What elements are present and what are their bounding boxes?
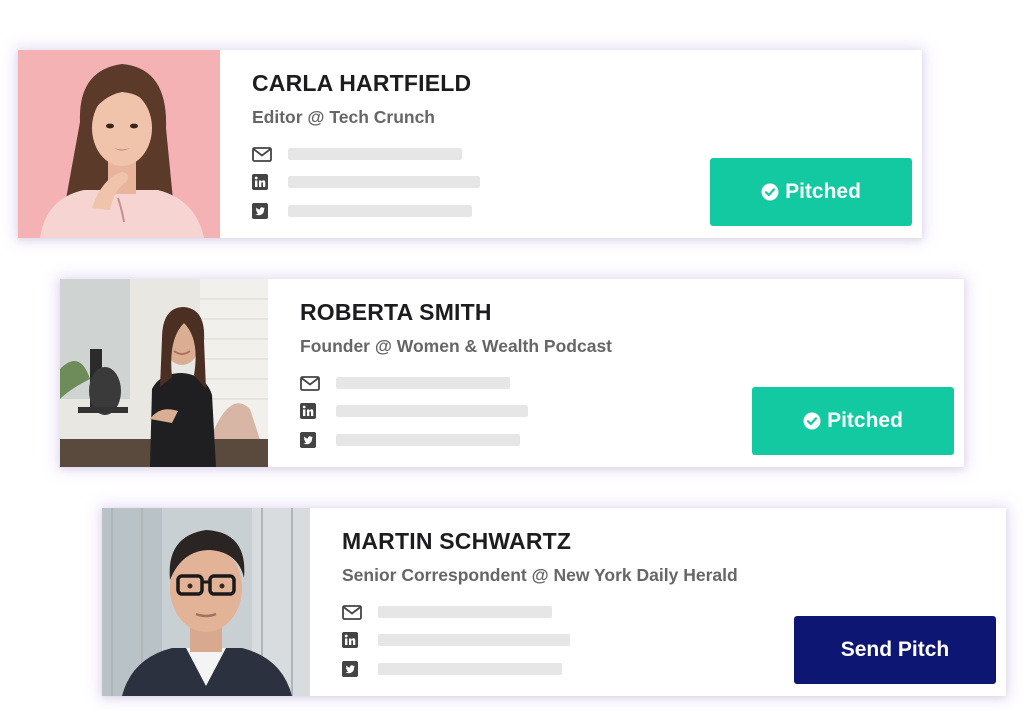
mail-icon[interactable] (300, 375, 320, 391)
email-placeholder (288, 148, 462, 160)
journalist-role: Founder @ Women & Wealth Podcast (300, 336, 613, 356)
pitched-button[interactable]: Pitched (752, 387, 954, 455)
linkedin-icon[interactable] (252, 174, 272, 190)
journalist-name: CARLA HARTFIELD (252, 70, 472, 96)
send-pitch-button[interactable]: Send Pitch (794, 616, 996, 684)
avatar-photo (102, 508, 310, 696)
journalist-role: Senior Correspondent @ New York Daily He… (342, 565, 738, 585)
twitter-row (252, 201, 472, 221)
email-row (300, 373, 510, 393)
twitter-placeholder (378, 663, 562, 675)
avatar-photo (60, 279, 268, 467)
email-placeholder (378, 606, 552, 618)
mail-icon[interactable] (342, 604, 362, 620)
linkedin-placeholder (336, 405, 528, 417)
twitter-icon[interactable] (300, 432, 320, 448)
twitter-placeholder (288, 205, 472, 217)
mail-icon[interactable] (252, 146, 272, 162)
email-row (252, 144, 462, 164)
avatar-photo (18, 50, 220, 238)
linkedin-icon[interactable] (342, 632, 362, 648)
twitter-row (342, 659, 562, 679)
check-circle-icon (761, 183, 779, 201)
button-label: Pitched (785, 180, 861, 203)
linkedin-placeholder (378, 634, 570, 646)
email-placeholder (336, 377, 510, 389)
button-label: Pitched (827, 409, 903, 432)
linkedin-placeholder (288, 176, 480, 188)
linkedin-row (300, 401, 528, 421)
twitter-placeholder (336, 434, 520, 446)
journalist-card: MARTIN SCHWARTZ Senior Correspondent @ N… (102, 508, 1006, 696)
email-row (342, 602, 552, 622)
linkedin-row (252, 172, 480, 192)
pitched-button[interactable]: Pitched (710, 158, 912, 226)
journalist-card: ROBERTA SMITH Founder @ Women & Wealth P… (60, 279, 964, 467)
twitter-row (300, 430, 520, 450)
check-circle-icon (803, 412, 821, 430)
linkedin-row (342, 630, 570, 650)
linkedin-icon[interactable] (300, 403, 320, 419)
journalist-card: CARLA HARTFIELD Editor @ Tech Crunch Pit… (18, 50, 922, 238)
journalist-role: Editor @ Tech Crunch (252, 107, 435, 127)
journalist-name: ROBERTA SMITH (300, 299, 492, 325)
twitter-icon[interactable] (342, 661, 362, 677)
twitter-icon[interactable] (252, 203, 272, 219)
journalist-name: MARTIN SCHWARTZ (342, 528, 572, 554)
button-label: Send Pitch (840, 638, 950, 661)
